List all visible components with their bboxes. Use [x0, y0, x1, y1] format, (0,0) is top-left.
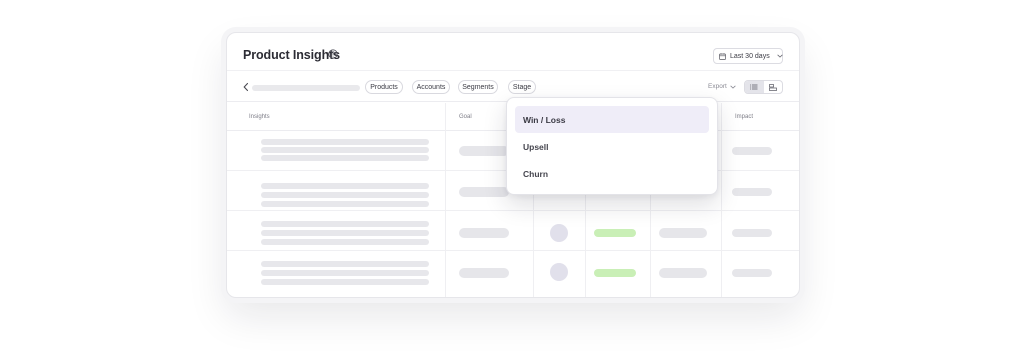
positive-status-bar — [594, 229, 636, 237]
dropdown-option-win-loss[interactable]: Win / Loss — [515, 106, 709, 133]
skeleton-line — [261, 221, 429, 227]
column-header-goal: Goal — [459, 114, 472, 120]
chevron-down-icon — [730, 85, 736, 89]
skeleton-pill — [732, 269, 772, 277]
calendar-icon — [719, 52, 726, 60]
skeleton-pill — [459, 228, 509, 238]
export-button[interactable]: Export — [708, 83, 736, 90]
board-view-button[interactable] — [764, 81, 783, 93]
column-header-impact: Impact — [735, 114, 754, 120]
skeleton-pill — [732, 147, 772, 155]
list-view-button[interactable] — [745, 81, 764, 93]
view-toggle — [744, 80, 783, 94]
table-row[interactable] — [227, 211, 799, 251]
filter-chip-accounts[interactable]: Accounts — [412, 80, 450, 94]
skeleton-pill — [659, 228, 707, 238]
skeleton-line — [261, 183, 429, 189]
board-icon — [768, 83, 777, 91]
dropdown-option-upsell[interactable]: Upsell — [515, 133, 709, 160]
skeleton-pill — [732, 188, 772, 196]
skeleton-line — [261, 201, 429, 207]
list-icon — [750, 84, 758, 90]
filter-chip-stage[interactable]: Stage — [508, 80, 536, 94]
skeleton-pill — [659, 268, 707, 278]
avatar-placeholder — [550, 263, 568, 281]
page-title: Product Insights — [243, 48, 341, 62]
skeleton-pill — [732, 229, 772, 237]
chevron-down-icon — [777, 54, 783, 58]
filter-chip-segments[interactable]: Segments — [458, 80, 498, 94]
card-header: Product Insights Last 30 days — [227, 33, 799, 71]
skeleton-line — [261, 239, 429, 245]
dropdown-option-churn[interactable]: Churn — [515, 160, 709, 187]
date-range-select[interactable]: Last 30 days — [713, 48, 783, 64]
date-range-label: Last 30 days — [730, 52, 770, 60]
skeleton-line — [261, 230, 429, 236]
filter-chip-products[interactable]: Products — [365, 80, 403, 94]
search-placeholder-bar — [252, 85, 360, 91]
skeleton-line — [261, 192, 429, 198]
skeleton-pill — [459, 268, 509, 278]
table-row[interactable] — [227, 251, 799, 291]
skeleton-line — [261, 279, 429, 285]
column-header-insights: Insights — [249, 114, 270, 120]
chevron-left-icon[interactable] — [242, 82, 250, 92]
skeleton-line — [261, 270, 429, 276]
help-icon[interactable] — [328, 49, 338, 59]
skeleton-line — [261, 147, 429, 153]
skeleton-line — [261, 139, 429, 145]
skeleton-pill — [459, 146, 509, 156]
skeleton-line — [261, 261, 429, 267]
avatar-placeholder — [550, 224, 568, 242]
skeleton-line — [261, 155, 429, 161]
skeleton-pill — [459, 187, 509, 197]
positive-status-bar — [594, 269, 636, 277]
stage-dropdown-menu: Win / Loss Upsell Churn — [506, 97, 718, 195]
export-label: Export — [708, 83, 727, 90]
